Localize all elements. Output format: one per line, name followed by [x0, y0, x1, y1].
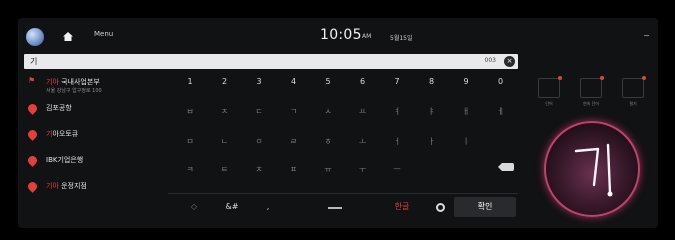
hangul-toggle[interactable]: 한글 — [388, 198, 416, 216]
shift-key[interactable]: ◇ — [180, 198, 208, 216]
result-address: 서울 강남구 압구정로 100 — [46, 88, 102, 94]
key[interactable]: ㅣ — [452, 133, 480, 151]
key[interactable]: ㅡ — [383, 161, 411, 179]
hand-write-icon — [622, 76, 646, 98]
key[interactable]: 9 — [452, 73, 480, 91]
am-pm-indicator: AM — [362, 33, 372, 40]
result-title: 운정지점 — [58, 182, 87, 190]
mode-handwriting[interactable]: 필기 — [616, 76, 650, 107]
globe-icon[interactable] — [26, 28, 44, 46]
flag-icon: ⚑ — [28, 76, 36, 85]
key[interactable]: ㅗ — [349, 133, 377, 151]
key[interactable]: ㅇ — [245, 133, 273, 151]
symbols-key[interactable]: &# — [218, 198, 246, 216]
handwriting-pad[interactable] — [544, 121, 640, 217]
key[interactable]: ㅏ — [418, 133, 446, 151]
key[interactable]: ㅠ — [314, 161, 342, 179]
key[interactable]: ㅔ — [487, 103, 515, 121]
key[interactable]: ㅈ — [211, 103, 239, 121]
key[interactable]: ㅊ — [245, 161, 273, 179]
menu-button[interactable]: Menu — [94, 30, 113, 38]
key[interactable]: 1 — [176, 73, 204, 91]
key[interactable]: 5 — [314, 73, 342, 91]
clear-search-button[interactable]: × — [504, 56, 515, 67]
list-item[interactable]: 기아 운정지점 — [24, 175, 162, 205]
status-bar: Menu 10:05 AM 5월15일 ~ — [18, 18, 658, 52]
key[interactable]: 2 — [211, 73, 239, 91]
key[interactable]: 4 — [280, 73, 308, 91]
key[interactable]: ㄷ — [245, 103, 273, 121]
key[interactable]: ㅛ — [349, 103, 377, 121]
key[interactable]: ㄱ — [280, 103, 308, 121]
home-icon[interactable] — [62, 31, 74, 42]
handwriting-stroke — [574, 143, 613, 197]
onscreen-keyboard: 1234567890 ㅂㅈㄷㄱㅅㅛㅕㅑㅐㅔㅁㄴㅇㄹㅎㅗㅓㅏㅣㅋㅌㅊㅍㅠㅜㅡ ◇ &… — [168, 71, 518, 226]
key[interactable]: ㅁ — [176, 133, 204, 151]
key[interactable]: ㄴ — [211, 133, 239, 151]
result-highlight: 기아 — [46, 182, 59, 190]
result-title: 아오토큐 — [52, 130, 79, 138]
mode-label: 단어 — [545, 101, 553, 106]
result-title: IBK기업은행 — [46, 156, 84, 164]
date-display: 5월15일 — [390, 35, 413, 42]
key[interactable]: ㅋ — [176, 161, 204, 179]
key[interactable]: ㅕ — [383, 103, 411, 121]
key[interactable]: ㅂ — [176, 103, 204, 121]
key[interactable]: 8 — [418, 73, 446, 91]
settings-gear-icon[interactable] — [436, 203, 445, 212]
location-pin-icon — [26, 128, 39, 141]
key[interactable]: ㅐ — [452, 103, 480, 121]
key[interactable]: 6 — [349, 73, 377, 91]
mode-label: 필기 — [629, 101, 637, 106]
search-query: 기 — [30, 57, 38, 66]
key[interactable]: ㅎ — [314, 133, 342, 151]
hand-swipe-icon — [580, 76, 604, 98]
location-pin-icon — [26, 102, 39, 115]
keyboard-divider — [168, 193, 518, 194]
mode-label: 연속 단어 — [583, 101, 599, 106]
search-input[interactable]: 기 003 × — [24, 54, 518, 69]
mode-word[interactable]: 단어 — [532, 76, 566, 107]
backspace-icon[interactable] — [498, 163, 514, 171]
key[interactable]: ㅑ — [418, 103, 446, 121]
result-title: 김포공항 — [46, 104, 72, 112]
key[interactable]: ㅜ — [349, 161, 377, 179]
comma-key[interactable]: , — [254, 198, 282, 216]
result-highlight: 기아 — [46, 78, 59, 86]
key[interactable]: 0 — [487, 73, 515, 91]
key[interactable]: ㄹ — [280, 133, 308, 151]
location-pin-icon — [26, 180, 39, 193]
key[interactable]: ㅓ — [383, 133, 411, 151]
confirm-button[interactable]: 확인 — [454, 197, 516, 217]
key[interactable]: ㅌ — [211, 161, 239, 179]
hand-touch-icon — [538, 76, 562, 98]
result-count: 003 — [484, 57, 496, 64]
mode-continuous-word[interactable]: 연속 단어 — [574, 76, 608, 107]
key[interactable]: 3 — [245, 73, 273, 91]
navigation-screen: Menu 10:05 AM 5월15일 ~ 기 003 × ⚑ 기아 국내사업본… — [18, 18, 658, 228]
result-title: 국내사업본부 — [58, 78, 100, 86]
key[interactable]: 7 — [383, 73, 411, 91]
clock: 10:05 — [320, 27, 362, 43]
results-list: ⚑ 기아 국내사업본부 서울 강남구 압구정로 100 김포공항 기아오토큐 I… — [24, 71, 162, 226]
edge-indicator: ~ — [643, 31, 650, 40]
key[interactable]: ㅅ — [314, 103, 342, 121]
key[interactable]: ㅍ — [280, 161, 308, 179]
location-pin-icon — [26, 154, 39, 167]
space-key[interactable] — [328, 207, 342, 209]
